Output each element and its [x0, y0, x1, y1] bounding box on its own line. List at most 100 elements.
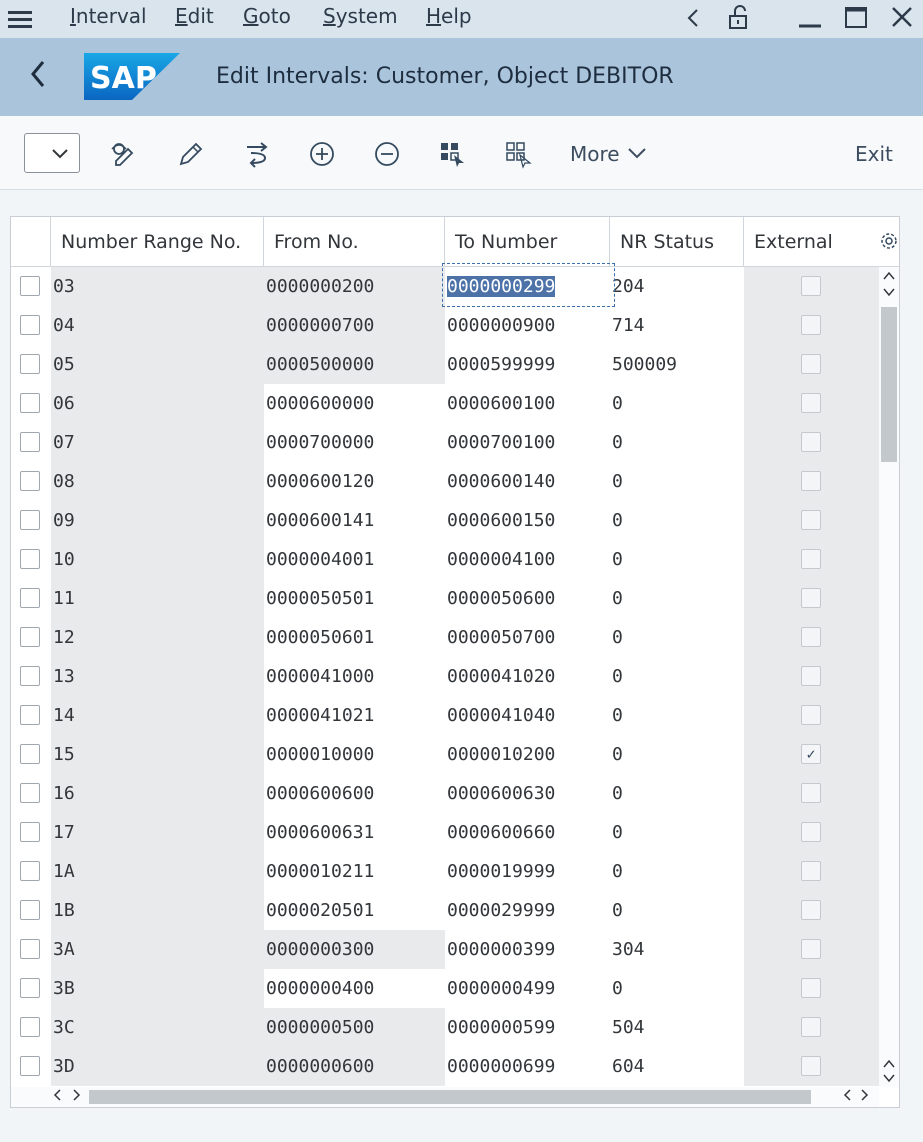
external-checkbox[interactable] [801, 900, 821, 920]
external-checkbox[interactable] [801, 1056, 821, 1076]
row-select-checkbox[interactable] [20, 900, 40, 920]
nr-status-cell[interactable]: 0 [610, 384, 744, 423]
table-row[interactable]: 08 0000600120 0000600140 0 [11, 462, 879, 501]
from-no-cell[interactable]: 0000000700 [264, 306, 445, 345]
to-number-cell[interactable]: 0000010200 [445, 735, 610, 774]
menu-system[interactable]: System [323, 4, 398, 28]
table-row[interactable]: 3B 0000000400 0000000499 0 [11, 969, 879, 1008]
select-all-icon[interactable] [438, 139, 468, 169]
row-select-checkbox[interactable] [20, 354, 40, 374]
table-row[interactable]: 3A 0000000300 0000000399 304 [11, 930, 879, 969]
table-row[interactable]: 09 0000600141 0000600150 0 [11, 501, 879, 540]
select-column-header[interactable] [11, 217, 51, 267]
horizontal-scrollbar[interactable] [11, 1087, 879, 1107]
minimize-icon[interactable] [797, 4, 823, 38]
nr-status-cell[interactable]: 0 [610, 423, 744, 462]
nr-status-cell[interactable]: 0 [610, 969, 744, 1008]
row-select-checkbox[interactable] [20, 978, 40, 998]
exit-button[interactable]: Exit [855, 142, 893, 166]
horizontal-scroll-thumb[interactable] [89, 1090, 811, 1104]
row-select-checkbox[interactable] [20, 315, 40, 335]
from-no-cell[interactable]: 0000004001 [264, 540, 445, 579]
add-interval-icon[interactable] [308, 139, 338, 169]
to-number-cell[interactable]: 0000041020 [445, 657, 610, 696]
row-select-checkbox[interactable] [20, 861, 40, 881]
table-row[interactable]: 05 0000500000 0000599999 500009 [11, 345, 879, 384]
nr-status-cell[interactable]: 0 [610, 540, 744, 579]
scroll-left-end-icon[interactable] [841, 1088, 855, 1106]
nr-status-cell[interactable]: 604 [610, 1047, 744, 1086]
from-no-cell[interactable]: 0000000600 [264, 1047, 445, 1086]
to-number-cell[interactable]: 0000019999 [445, 852, 610, 891]
scroll-right-icon[interactable] [69, 1088, 83, 1106]
vertical-scrollbar[interactable] [879, 267, 899, 1087]
nr-status-cell[interactable]: 0 [610, 462, 744, 501]
column-header-to-number[interactable]: To Number [445, 217, 610, 267]
nr-status-cell[interactable]: 504 [610, 1008, 744, 1047]
external-checkbox[interactable] [801, 1017, 821, 1037]
row-select-checkbox[interactable] [20, 471, 40, 491]
scroll-right-end-icon[interactable] [857, 1088, 871, 1106]
nr-status-cell[interactable]: 0 [610, 618, 744, 657]
table-row[interactable]: 04 0000000700 0000000900 714 [11, 306, 879, 345]
row-select-checkbox[interactable] [20, 705, 40, 725]
external-checkbox[interactable] [801, 276, 821, 296]
external-checkbox[interactable] [801, 588, 821, 608]
to-number-cell[interactable]: 0000050600 [445, 579, 610, 618]
row-select-checkbox[interactable] [20, 393, 40, 413]
vertical-scroll-thumb[interactable] [881, 307, 897, 462]
to-number-cell[interactable]: 0000600660 [445, 813, 610, 852]
menu-edit[interactable]: Edit [175, 4, 214, 28]
external-checkbox[interactable] [801, 432, 821, 452]
row-select-checkbox[interactable] [20, 939, 40, 959]
external-checkbox[interactable] [801, 705, 821, 725]
external-checkbox[interactable] [801, 315, 821, 335]
row-select-checkbox[interactable] [20, 276, 40, 296]
external-checkbox[interactable] [801, 549, 821, 569]
row-select-checkbox[interactable] [20, 1056, 40, 1076]
to-number-cell[interactable]: 0000600630 [445, 774, 610, 813]
external-checkbox[interactable] [801, 354, 821, 374]
from-no-cell[interactable]: 0000041021 [264, 696, 445, 735]
external-checkbox[interactable] [801, 861, 821, 881]
nr-status-cell[interactable]: 0 [610, 657, 744, 696]
from-no-cell[interactable]: 0000010000 [264, 735, 445, 774]
from-no-cell[interactable]: 0000600631 [264, 813, 445, 852]
row-select-checkbox[interactable] [20, 588, 40, 608]
table-row[interactable]: 16 0000600600 0000600630 0 [11, 774, 879, 813]
more-menu-button[interactable]: More [570, 142, 648, 166]
from-no-cell[interactable]: 0000600141 [264, 501, 445, 540]
nr-status-cell[interactable]: 0 [610, 891, 744, 930]
external-checkbox[interactable] [801, 939, 821, 959]
menu-goto[interactable]: Goto [243, 4, 291, 28]
row-select-checkbox[interactable] [20, 432, 40, 452]
external-checkbox[interactable] [801, 666, 821, 686]
external-checkbox[interactable] [801, 471, 821, 491]
from-no-cell[interactable]: 0000000300 [264, 930, 445, 969]
to-number-cell[interactable]: 0000000499 [445, 969, 610, 1008]
nr-status-cell[interactable]: 500009 [610, 345, 744, 384]
external-checkbox[interactable] [801, 978, 821, 998]
scroll-down-bottom-icon[interactable] [882, 1071, 896, 1088]
from-no-cell[interactable]: 0000600600 [264, 774, 445, 813]
from-no-cell[interactable]: 0000000200 [264, 267, 445, 306]
row-select-checkbox[interactable] [20, 783, 40, 803]
row-select-checkbox[interactable] [20, 510, 40, 530]
nr-status-cell[interactable]: 0 [610, 852, 744, 891]
table-settings-icon[interactable] [879, 231, 899, 251]
table-row[interactable]: 1A 0000010211 0000019999 0 [11, 852, 879, 891]
table-row[interactable]: 14 0000041021 0000041040 0 [11, 696, 879, 735]
from-no-cell[interactable]: 0000050501 [264, 579, 445, 618]
nr-status-cell[interactable]: 714 [610, 306, 744, 345]
table-row[interactable]: 13 0000041000 0000041020 0 [11, 657, 879, 696]
remove-interval-icon[interactable] [373, 139, 403, 169]
to-number-cell[interactable]: 0000029999 [445, 891, 610, 930]
to-number-cell[interactable]: 0000599999 [445, 345, 610, 384]
row-select-checkbox[interactable] [20, 744, 40, 764]
to-number-cell[interactable]: 0000700100 [445, 423, 610, 462]
table-row[interactable]: 3C 0000000500 0000000599 504 [11, 1008, 879, 1047]
external-checkbox[interactable] [801, 783, 821, 803]
to-number-cell[interactable]: 0000600140 [445, 462, 610, 501]
from-no-cell[interactable]: 0000041000 [264, 657, 445, 696]
external-checkbox[interactable] [801, 822, 821, 842]
